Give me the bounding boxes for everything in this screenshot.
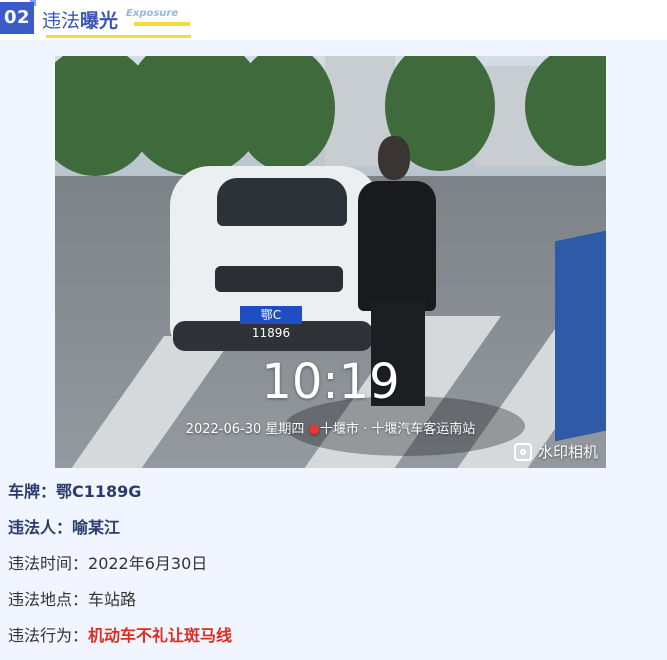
title-highlight-lower	[46, 35, 191, 38]
photo-person	[358, 181, 436, 311]
violation-behavior-row: 违法行为：机动车不礼让斑马线	[8, 622, 232, 646]
section-title: 违法曝光 Exposure	[42, 6, 178, 34]
violation-behavior-value: 机动车不礼让斑马线	[88, 626, 233, 645]
photo-car-grille	[215, 266, 343, 292]
section-header: 02 违法曝光 Exposure	[0, 0, 667, 40]
title-normal-text: 违法	[42, 10, 81, 32]
watermark-text: 水印相机	[537, 443, 598, 461]
violation-place-label: 违法地点：	[8, 590, 89, 609]
evidence-photo[interactable]: 鄂C 11896 10:19 2022-06-30 星期四 ●十堰市 · 十堰汽…	[55, 56, 606, 468]
violator-row: 违法人：喻某江	[8, 514, 120, 538]
photo-car-windshield	[217, 178, 347, 226]
plate-label: 车牌：	[8, 482, 57, 501]
photo-date: 2022-06-30	[185, 422, 262, 437]
photo-date-location: 2022-06-30 星期四 ●十堰市 · 十堰汽车客运南站	[55, 418, 606, 437]
violator-value: 喻某江	[72, 518, 121, 537]
watermark: 水印相机	[513, 441, 598, 462]
location-pin-icon: ●	[308, 422, 320, 437]
violation-place-value: 车站路	[88, 590, 137, 609]
violation-behavior-label: 违法行为：	[8, 626, 89, 645]
photo-license-plate: 鄂C 11896	[240, 306, 302, 340]
violation-place-row: 违法地点：车站路	[8, 586, 136, 610]
title-highlight	[134, 22, 190, 26]
camera-app-icon	[513, 442, 532, 461]
violation-time-label: 违法时间：	[8, 554, 89, 573]
photo-timestamp: 10:19	[261, 354, 400, 410]
photo-location: 十堰市 · 十堰汽车客运南站	[319, 422, 476, 437]
plate-row: 车牌：鄂C1189G	[8, 478, 141, 502]
photo-weekday: 星期四	[265, 422, 305, 437]
title-english-tag: Exposure	[126, 8, 179, 19]
photo-person-head-blurred	[378, 136, 410, 180]
section-number-badge: 02	[0, 2, 34, 34]
violation-time-value: 2022年6月30日	[88, 554, 208, 573]
content-panel: 鄂C 11896 10:19 2022-06-30 星期四 ●十堰市 · 十堰汽…	[0, 40, 667, 660]
violation-time-row: 违法时间：2022年6月30日	[8, 550, 207, 574]
title-bold-text: 曝光	[80, 10, 119, 32]
plate-value: 鄂C1189G	[56, 482, 142, 501]
violator-label: 违法人：	[8, 518, 73, 537]
